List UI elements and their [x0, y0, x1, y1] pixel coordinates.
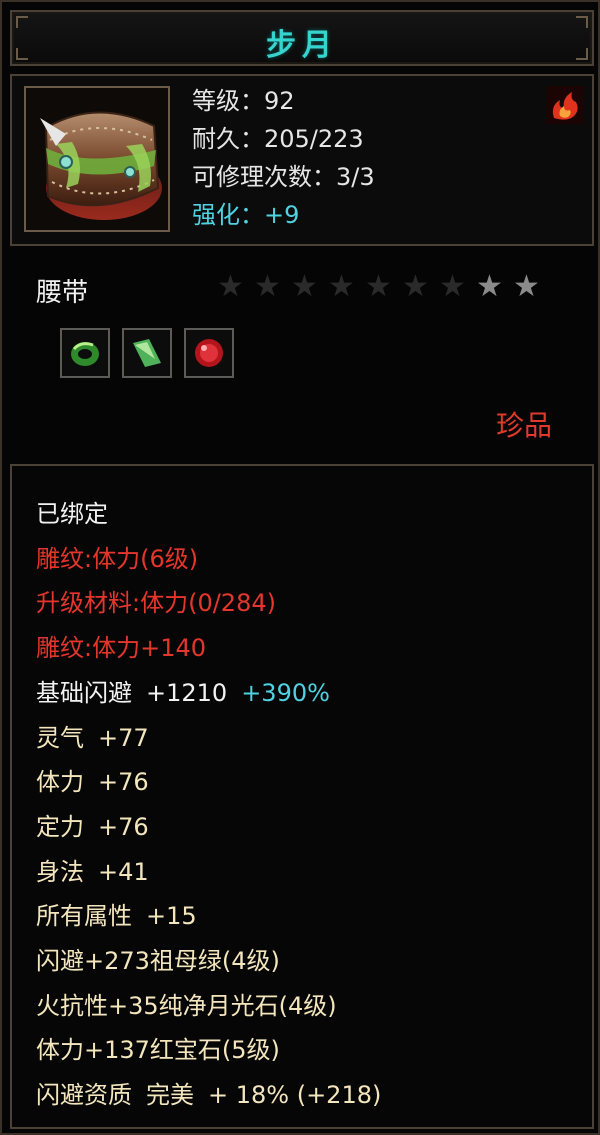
engrave-bonus-line: 雕纹:体力+140 — [36, 634, 207, 663]
star-icon: ★ — [402, 269, 429, 304]
shenfa-label: 身法 — [36, 857, 84, 886]
durability-row: 耐久：205/223 — [192, 120, 375, 158]
repair-row: 可修理次数：3/3 — [192, 158, 375, 196]
item-stats: 等级：92 耐久：205/223 可修理次数：3/3 强化：+9 — [192, 82, 375, 234]
star-icon: ★ — [254, 269, 281, 304]
enhance-value: +9 — [264, 201, 300, 229]
all-attributes-row: 所有属性 +15 — [36, 894, 381, 939]
engrave-line: 雕纹:体力(6级) — [36, 544, 199, 573]
star-icon: ★ — [217, 269, 244, 304]
gem-slots — [60, 328, 234, 378]
tili-value: +76 — [98, 768, 149, 797]
attributes-panel: 已绑定 雕纹:体力(6级) 升级材料:体力(0/284) 雕纹:体力+140 基… — [10, 464, 594, 1129]
gem-bonus-line: 火抗性+35纯净月光石(4级) — [36, 991, 337, 1020]
gem-slot[interactable] — [184, 328, 234, 378]
durability-label: 耐久： — [192, 125, 264, 153]
dingli-value: +76 — [98, 812, 149, 841]
enhance-label: 强化： — [192, 201, 264, 229]
enhance-row: 强化：+9 — [192, 196, 375, 234]
green-crystal-gem-icon — [133, 339, 161, 367]
flame-icon — [546, 86, 584, 124]
durability-value: 205/223 — [264, 125, 364, 153]
aptitude-row: 闪避资质 完美 + 18% (+218) — [36, 1073, 381, 1118]
repair-value: 3/3 — [336, 163, 375, 191]
tili-label: 体力 — [36, 768, 84, 797]
item-tooltip: 步月 等级：92 耐久：205/223 可修理次数：3/3 强化：+9 腰带 ★… — [0, 0, 600, 1135]
level-row: 等级：92 — [192, 82, 375, 120]
star-icon: ★ — [476, 269, 503, 304]
level-value: 92 — [264, 87, 295, 115]
rarity-label: 珍品 — [495, 409, 552, 442]
item-type: 腰带 — [36, 278, 89, 308]
star-icon: ★ — [328, 269, 355, 304]
red-ruby-gem-icon — [195, 339, 223, 367]
repair-label: 可修理次数： — [192, 163, 336, 191]
lingqi-label: 灵气 — [36, 723, 84, 752]
title-bar: 步月 — [10, 10, 594, 66]
base-dodge-value: +1210 — [146, 678, 228, 707]
all-attributes-label: 所有属性 — [36, 902, 132, 931]
star-icon: ★ — [365, 269, 392, 304]
all-attributes-value: +15 — [146, 902, 197, 931]
shenfa-row: 身法 +41 — [36, 850, 381, 895]
item-header-panel: 等级：92 耐久：205/223 可修理次数：3/3 强化：+9 — [10, 74, 594, 246]
level-label: 等级： — [192, 87, 264, 115]
base-dodge-row: 基础闪避 +1210 +390% — [36, 671, 381, 716]
shenfa-value: +41 — [98, 857, 149, 886]
base-dodge-label: 基础闪避 — [36, 678, 132, 707]
aptitude-grade: 完美 — [146, 1081, 194, 1110]
lingqi-value: +77 — [98, 723, 149, 752]
aptitude-label: 闪避资质 — [36, 1081, 132, 1110]
star-icon: ★ — [513, 269, 540, 304]
dingli-row: 定力 +76 — [36, 805, 381, 850]
star-icon: ★ — [439, 269, 466, 304]
gem-slot[interactable] — [60, 328, 110, 378]
item-name: 步月 — [266, 28, 338, 63]
gem-bonus-line: 体力+137红宝石(5级) — [36, 1036, 280, 1065]
tili-row: 体力 +76 — [36, 760, 381, 805]
belt-icon — [26, 88, 168, 230]
aptitude-value: + 18% (+218) — [208, 1081, 382, 1110]
base-dodge-percent: +390% — [241, 678, 330, 707]
upgrade-material-line: 升级材料:体力(0/284) — [36, 589, 276, 618]
gem-bonus-line: 闪避+273祖母绿(4级) — [36, 947, 280, 976]
dingli-label: 定力 — [36, 812, 84, 841]
star-rating: ★ ★ ★ ★ ★ ★ ★ ★ ★ — [212, 268, 545, 306]
bound-status: 已绑定 — [36, 500, 108, 528]
star-icon: ★ — [291, 269, 318, 304]
item-icon-frame — [24, 86, 170, 232]
green-ring-gem-icon — [71, 342, 99, 366]
gem-slot[interactable] — [122, 328, 172, 378]
lingqi-row: 灵气 +77 — [36, 716, 381, 761]
